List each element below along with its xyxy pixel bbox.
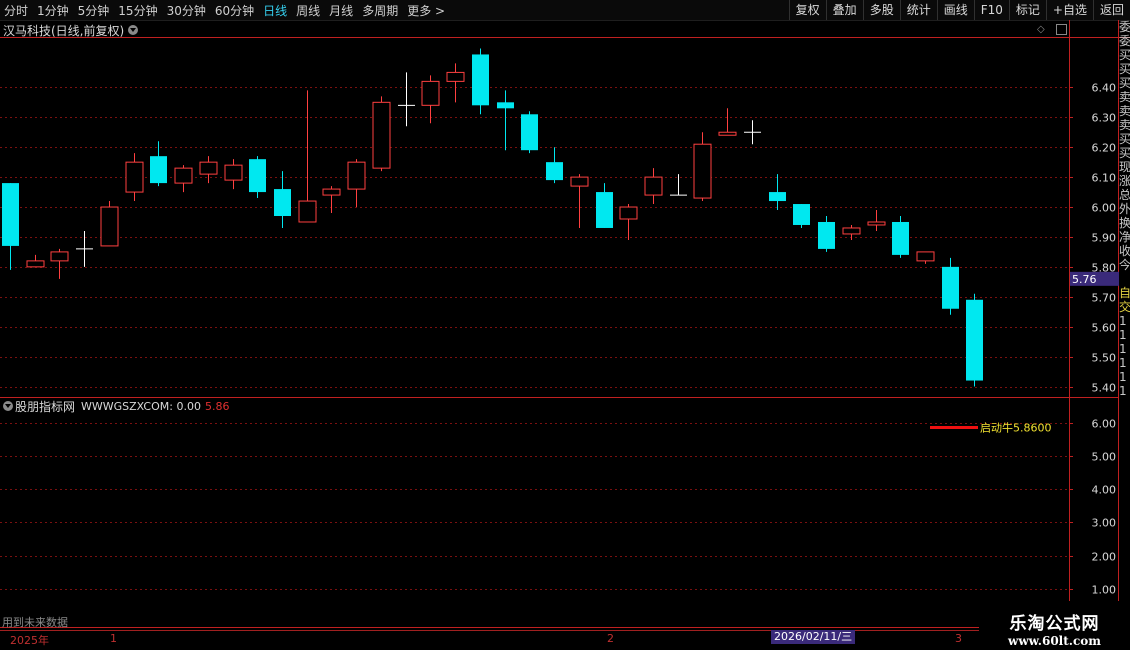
chevron-down-icon[interactable] xyxy=(3,401,13,411)
quote-panel-label: 买 xyxy=(1119,146,1130,160)
price-tick-label: 5.40 xyxy=(1092,382,1117,395)
quote-panel-label: 交 xyxy=(1119,300,1130,314)
candle-body xyxy=(546,162,563,181)
watermark-url: www.60lt.com xyxy=(1008,634,1101,648)
cursor-date: 2026/02/11/三 xyxy=(771,630,856,644)
price-tick-label: 6.00 xyxy=(1092,202,1117,215)
price-tick-label: 6.30 xyxy=(1092,112,1117,125)
price-tick-label: 5.70 xyxy=(1092,292,1117,305)
candle-body xyxy=(718,131,737,136)
candle-body xyxy=(644,176,663,196)
current-price-label: 5.76 xyxy=(1072,273,1097,286)
quote-panel-label: 自 xyxy=(1119,286,1130,300)
month-label: 2 xyxy=(607,632,614,645)
kline-chart[interactable]: 6.406.306.206.106.005.905.805.705.605.50… xyxy=(0,0,1130,650)
quote-panel-label: 1 xyxy=(1119,356,1127,370)
indicator-name: 股朋指标网 xyxy=(15,399,76,414)
price-tick-label: 5.50 xyxy=(1092,352,1117,365)
quote-panel-label: 买 xyxy=(1119,132,1130,146)
candle-body xyxy=(497,102,514,109)
quote-panel-label: 总 xyxy=(1119,188,1130,202)
watermark: 乐淘公式网 www.60lt.com xyxy=(979,601,1130,650)
future-data-note: 用到未来数据 xyxy=(2,616,68,629)
price-tick-label: 6.40 xyxy=(1092,82,1117,95)
candle-body xyxy=(942,266,959,309)
quote-panel-label: 1 xyxy=(1119,342,1127,356)
candle-body xyxy=(693,143,712,199)
quote-panel-label: 委 xyxy=(1119,20,1130,34)
candle-body xyxy=(818,221,835,249)
quote-panel-label: 买 xyxy=(1119,76,1130,90)
candle-body xyxy=(446,71,465,82)
quote-panel-label: 今 xyxy=(1119,258,1130,272)
quote-panel-label: 1 xyxy=(1119,370,1127,384)
price-tick-label: 5.90 xyxy=(1092,232,1117,245)
quote-panel-label: 涨 xyxy=(1119,174,1130,188)
quote-panel-label: 卖 xyxy=(1119,104,1130,118)
quote-panel-label: 净 xyxy=(1119,230,1130,244)
candle-body xyxy=(619,206,638,220)
candle-body xyxy=(174,167,193,184)
candle-body xyxy=(916,251,935,262)
indicator-tick-label: 3.00 xyxy=(1092,517,1117,530)
quote-panel-label: 1 xyxy=(1119,384,1127,398)
candle-body xyxy=(769,192,786,202)
quote-panel-label: 外 xyxy=(1119,202,1130,216)
price-tick-label: 5.60 xyxy=(1092,322,1117,335)
candle-body xyxy=(892,221,909,255)
candle-body xyxy=(596,192,613,228)
candle-body xyxy=(867,221,886,226)
quote-panel-label: 买 xyxy=(1119,48,1130,62)
candle-body xyxy=(150,156,167,184)
candle-body xyxy=(2,183,19,246)
quote-panel-label: 委 xyxy=(1119,34,1130,48)
time-axis: 2025年 1 2 3 xyxy=(0,630,1130,647)
price-tick-label: 6.20 xyxy=(1092,142,1117,155)
quote-panel-label: 换 xyxy=(1119,216,1130,230)
candle-body xyxy=(322,188,341,196)
quote-panel-label: 买 xyxy=(1119,62,1130,76)
quote-panel-label: 1 xyxy=(1119,314,1127,328)
candle-body xyxy=(966,299,983,381)
candle-body xyxy=(521,114,538,151)
candle-body xyxy=(26,260,45,268)
indicator-value: 5.86 xyxy=(204,399,230,413)
candle-body xyxy=(224,164,243,181)
candle-body xyxy=(421,80,440,106)
quote-panel-label: 收 xyxy=(1119,244,1130,258)
candle-body xyxy=(125,161,144,193)
candle-body xyxy=(570,176,589,187)
indicator-tick-label: 1.00 xyxy=(1092,584,1117,597)
indicator-tick-label: 4.00 xyxy=(1092,484,1117,497)
indicator-tick-label: 2.00 xyxy=(1092,551,1117,564)
candle-body xyxy=(793,204,810,225)
indicator-formula: WWWGSZXCOM: 0.00 xyxy=(81,399,201,413)
candle-body xyxy=(50,251,69,262)
indicator-title: 股朋指标网 WWWGSZXCOM: 0.00 5.86 xyxy=(3,399,230,414)
candle-body xyxy=(472,54,489,106)
month-label: 1 xyxy=(110,632,117,645)
candle-body xyxy=(842,227,861,235)
price-tick-label: 6.10 xyxy=(1092,172,1117,185)
indicator-tick-label: 5.00 xyxy=(1092,451,1117,464)
year-label: 2025年 xyxy=(10,634,49,647)
quote-panel-label: 现 xyxy=(1119,160,1130,174)
candle-body xyxy=(347,161,366,190)
quote-panel-label: 1 xyxy=(1119,328,1127,342)
candle-body xyxy=(100,206,119,247)
candle-body xyxy=(249,159,266,193)
signal-label: 启动牛5.8600 xyxy=(980,421,1052,435)
watermark-title: 乐淘公式网 xyxy=(1009,614,1100,634)
month-label: 3 xyxy=(955,632,962,645)
candle-body xyxy=(298,200,317,223)
candle-body xyxy=(372,101,391,169)
indicator-tick-label: 6.00 xyxy=(1092,418,1117,431)
quote-panel-label: 卖 xyxy=(1119,118,1130,132)
quote-panel-label: 卖 xyxy=(1119,90,1130,104)
candle-body xyxy=(274,189,291,217)
quote-panel-edge: 委委买买买卖卖卖买买现涨总外换净收今自交111111 xyxy=(1119,20,1130,628)
candle-body xyxy=(199,161,218,175)
